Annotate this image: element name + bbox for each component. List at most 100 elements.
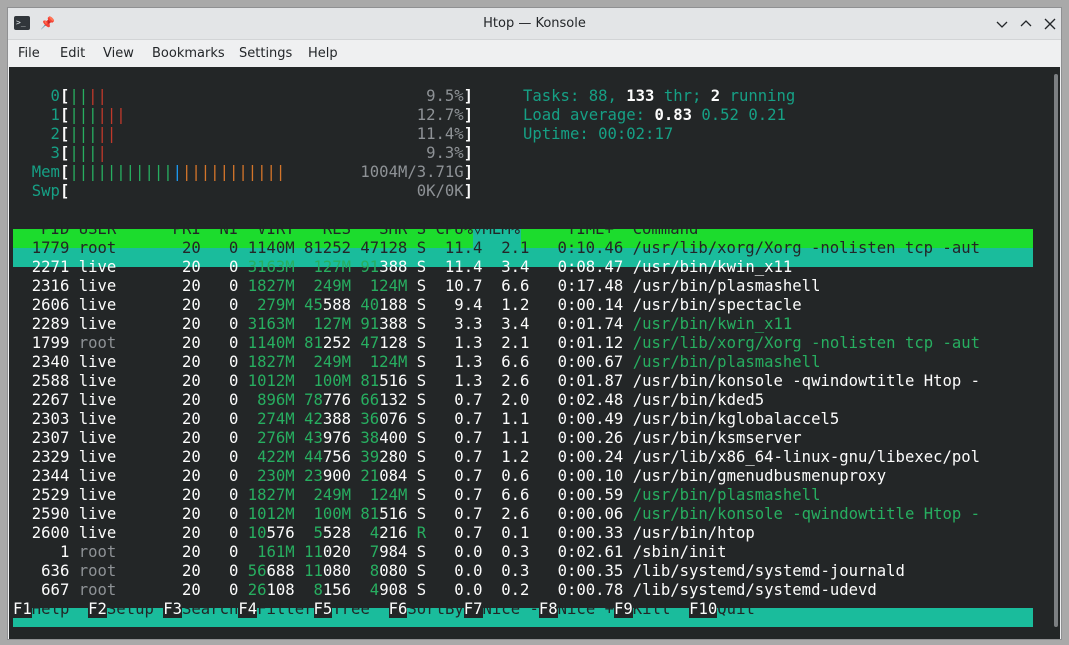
command: /sbin/init: [632, 543, 727, 561]
process-row[interactable]: 636 root 20 0 56688 11080 8080 S 0.0 0.3…: [13, 562, 905, 581]
command: /usr/bin/kded5: [632, 391, 765, 409]
fkey-label: Setup: [106, 600, 164, 618]
user: live: [78, 296, 173, 314]
swap-meter: Swp[ 0K/0K]: [13, 182, 474, 200]
command: /lib/systemd/systemd-journald: [632, 562, 905, 580]
fkey-label: Nice -: [482, 600, 539, 618]
process-row[interactable]: 2588 live 20 0 1012M 100M 81516 S 1.3 2.…: [13, 372, 980, 391]
command: /usr/bin/htop: [632, 524, 755, 542]
state: S: [416, 505, 427, 523]
menu-help[interactable]: Help: [308, 40, 338, 67]
memory-meter: Mem[||||||||||||||||||||||| 1004M/3.71G]: [13, 163, 474, 181]
pid: 2307: [13, 429, 79, 447]
process-row[interactable]: 2600 live 20 0 10576 5528 4216 R 0.7 0.1…: [13, 524, 755, 543]
konsole-window: >_ 📌 Htop — Konsole File Edit View Bookm…: [7, 7, 1062, 640]
state: S: [416, 410, 427, 428]
maximize-button[interactable]: [1018, 16, 1034, 32]
process-row-selected[interactable]: 1779 root 20 0 1140M 81252 47128 S 11.4 …: [13, 239, 980, 258]
process-row[interactable]: 1 root 20 0 161M 11020 7984 S 0.0 0.3 0:…: [13, 543, 727, 562]
user: live: [78, 524, 173, 542]
menu-settings[interactable]: Settings: [239, 40, 292, 67]
minimize-button[interactable]: [994, 16, 1010, 32]
command: /usr/lib/xorg/Xorg -nolisten tcp -aut: [632, 334, 981, 352]
user: live: [78, 258, 173, 276]
pid: 2590: [13, 505, 79, 523]
pid: 1: [13, 543, 79, 561]
user: live: [78, 277, 173, 295]
title-bar[interactable]: >_ 📌 Htop — Konsole: [8, 8, 1061, 40]
load-average: Load average: 0.83 0.52 0.21: [523, 106, 786, 124]
swap-value: 0K/0K: [416, 182, 464, 200]
process-row[interactable]: 2271 live 20 0 3163M 127M 91388 S 11.4 3…: [13, 258, 793, 277]
fkey-f4: F4: [238, 600, 258, 618]
window-title: Htop — Konsole: [483, 16, 586, 31]
process-row[interactable]: 2316 live 20 0 1827M 249M 124M S 10.7 6.…: [13, 277, 821, 296]
chevron-up-icon: [1020, 20, 1032, 27]
process-row[interactable]: 2590 live 20 0 1012M 100M 81516 S 0.7 2.…: [13, 505, 980, 524]
fkey-label: Quit: [717, 600, 774, 618]
state: S: [416, 543, 427, 561]
command: /usr/bin/spectacle: [632, 296, 802, 314]
fkey-f10: F10: [689, 600, 718, 618]
menu-bookmarks[interactable]: Bookmarks: [152, 40, 225, 67]
state: R: [416, 524, 427, 542]
command: /usr/bin/konsole -qwindowtitle Htop -: [632, 372, 981, 390]
close-button[interactable]: [1042, 16, 1058, 32]
process-row[interactable]: 1799 root 20 0 1140M 81252 47128 S 1.3 2…: [13, 334, 980, 353]
pid: 2271: [13, 258, 79, 276]
process-row[interactable]: 2303 live 20 0 274M 42388 36076 S 0.7 1.…: [13, 410, 839, 429]
cpu-percent: 12.7%: [416, 106, 464, 124]
process-row[interactable]: 2344 live 20 0 230M 23900 21084 S 0.7 0.…: [13, 467, 886, 486]
fkey-f5: F5: [313, 600, 333, 618]
cpu-meter-0: 0[|||| 9.5%]: [13, 87, 474, 105]
menu-edit[interactable]: Edit: [60, 40, 85, 67]
state: S: [416, 334, 427, 352]
pid: 667: [13, 581, 79, 599]
process-row[interactable]: 2606 live 20 0 279M 45588 40188 S 9.4 1.…: [13, 296, 802, 315]
process-row[interactable]: 2289 live 20 0 3163M 127M 91388 S 3.3 3.…: [13, 315, 793, 334]
user: live: [78, 467, 173, 485]
menu-bar: File Edit View Bookmarks Settings Help: [8, 40, 1061, 67]
pid: 2316: [13, 277, 79, 295]
sort-column-cpu: CPU%▽: [435, 220, 483, 238]
chevron-down-icon: [996, 21, 1008, 28]
cpu-meter-2: 2[||||| 11.4%]: [13, 125, 474, 143]
command: /usr/bin/plasmashell: [632, 353, 821, 371]
process-row[interactable]: 2529 live 20 0 1827M 249M 124M S 0.7 6.6…: [13, 486, 821, 505]
user: live: [78, 429, 173, 447]
pid: 2289: [13, 315, 79, 333]
pid: 2329: [13, 448, 79, 466]
state: S: [416, 581, 427, 599]
process-table-header: PID USER PRI NI VIRT RES SHR S CPU%▽MEM%…: [13, 220, 699, 238]
process-row[interactable]: 2267 live 20 0 896M 78776 66132 S 0.7 2.…: [13, 391, 764, 410]
fkey-f7: F7: [463, 600, 483, 618]
cpu-percent: 9.3%: [426, 144, 464, 162]
fkey-label: Kill: [632, 600, 690, 618]
process-row[interactable]: 667 root 20 0 26108 8156 4908 S 0.0 0.2 …: [13, 581, 877, 600]
terminal-view[interactable]: 0[|||| 9.5%] 1[|||||| 12.7%] 2[||||| 11.…: [9, 67, 1060, 639]
state: S: [416, 562, 427, 580]
process-row[interactable]: 2307 live 20 0 276M 43976 38400 S 0.7 1.…: [13, 429, 802, 448]
state: S: [416, 315, 427, 333]
fkey-label: Filter: [257, 600, 314, 618]
function-key-bar[interactable]: F1Help F2Setup F3SearchF4FilterF5Tree F6…: [13, 600, 774, 619]
terminal-scrollbar[interactable]: [1054, 74, 1058, 627]
uptime: Uptime: 00:02:17: [523, 125, 674, 143]
process-row[interactable]: 2329 live 20 0 422M 44756 39280 S 0.7 1.…: [13, 448, 980, 467]
user: live: [78, 315, 173, 333]
pid: 636: [13, 562, 79, 580]
pid: 2600: [13, 524, 79, 542]
command: /lib/systemd/systemd-udevd: [632, 581, 877, 599]
state: S: [416, 277, 427, 295]
menu-view[interactable]: View: [103, 40, 134, 67]
menu-file[interactable]: File: [18, 40, 40, 67]
pid: 2344: [13, 467, 79, 485]
fkey-f6: F6: [388, 600, 408, 618]
state: S: [416, 353, 427, 371]
state: S: [416, 391, 427, 409]
user: live: [78, 505, 173, 523]
state: S: [416, 467, 427, 485]
pid: 2529: [13, 486, 79, 504]
state: S: [416, 486, 427, 504]
process-row[interactable]: 2340 live 20 0 1827M 249M 124M S 1.3 6.6…: [13, 353, 821, 372]
